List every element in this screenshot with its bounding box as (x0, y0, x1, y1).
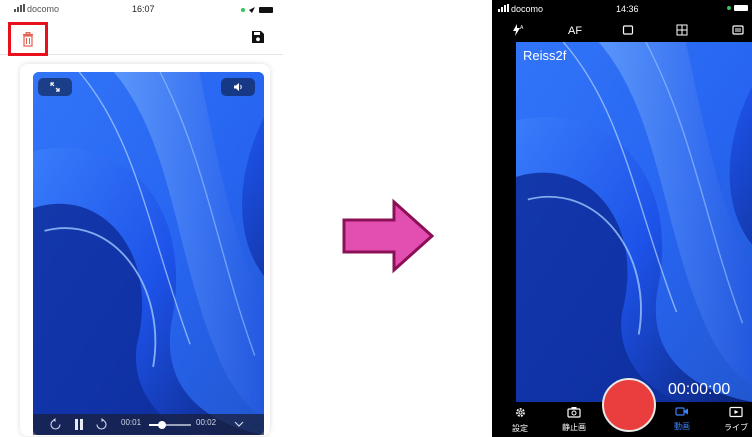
status-right-icons (241, 5, 273, 15)
carrier-label: docomo (498, 4, 543, 14)
rewind-icon[interactable] (49, 418, 62, 431)
seek-bar[interactable] (149, 421, 191, 429)
grid-button[interactable] (676, 24, 688, 36)
end-time: 00:02 (196, 418, 217, 427)
camera-preview[interactable] (516, 42, 752, 402)
camera-topbar: A AF (492, 20, 752, 42)
nav-video[interactable]: 動画 (662, 406, 702, 432)
live-icon (729, 406, 743, 418)
nav-live[interactable]: ライブ (716, 406, 752, 433)
video-frame (33, 72, 264, 435)
battery-icon (259, 7, 273, 13)
left-phone-screen: docomo 16:07 00:01 00:02 (0, 0, 283, 437)
aspect-ratio-button[interactable] (622, 24, 634, 36)
gear-icon (515, 408, 525, 417)
svg-text:A: A (520, 25, 524, 31)
camera-frame (516, 42, 752, 402)
camera-icon (567, 407, 581, 418)
grid-icon (676, 24, 688, 36)
trash-icon (23, 31, 33, 47)
signal-icon (498, 4, 509, 12)
right-arrow-icon (342, 198, 435, 274)
nav-label: 静止画 (562, 423, 586, 432)
delete-button[interactable] (8, 22, 48, 56)
nav-label: 設定 (512, 424, 528, 433)
current-time: 00:01 (121, 418, 142, 427)
carrier-text: docomo (27, 4, 60, 14)
channel-label: Reiss2f (523, 48, 567, 63)
expand-icon (50, 82, 60, 92)
playback-controls: 00:01 00:02 (33, 414, 264, 435)
battery-icon (734, 5, 748, 11)
save-button[interactable] (251, 30, 265, 44)
status-right-icons (727, 5, 748, 11)
status-bar: docomo 14:36 (492, 0, 752, 18)
autofocus-button[interactable]: AF (568, 25, 582, 37)
location-arrow-icon (249, 7, 255, 13)
video-camera-icon (675, 407, 688, 416)
volume-button[interactable] (221, 78, 255, 96)
seek-bar-knob[interactable] (157, 421, 166, 429)
location-dot-icon (241, 8, 245, 12)
speaker-icon (234, 83, 242, 91)
recording-timer: 00:00:00 (668, 381, 731, 398)
location-dot-icon (727, 6, 731, 10)
fullscreen-button[interactable] (38, 78, 72, 96)
status-time: 14:36 (616, 4, 639, 14)
floppy-disk-icon (252, 31, 264, 43)
carrier-text: docomo (511, 4, 544, 14)
status-time: 16:07 (132, 4, 155, 14)
pause-icon[interactable] (73, 418, 85, 431)
message-button[interactable] (732, 24, 744, 36)
flash-auto-button[interactable]: A (512, 24, 524, 36)
nav-settings[interactable]: 設定 (500, 406, 540, 434)
record-button[interactable] (602, 378, 656, 432)
carrier-label: docomo (14, 4, 59, 14)
square-frame-icon (622, 25, 634, 35)
flash-auto-icon: A (513, 24, 524, 36)
status-bar: docomo 16:07 (0, 0, 283, 20)
nav-label: 動画 (674, 422, 690, 431)
cast-icon[interactable] (233, 418, 245, 430)
right-phone-screen: docomo 14:36 A AF Reiss2f 00:00:00 設定 静止… (492, 0, 752, 437)
message-icon (732, 25, 744, 35)
forward-icon[interactable] (95, 418, 108, 431)
nav-photo[interactable]: 静止画 (554, 406, 594, 433)
video-player[interactable] (33, 72, 264, 435)
signal-icon (14, 4, 25, 12)
nav-label: ライブ (724, 423, 748, 432)
